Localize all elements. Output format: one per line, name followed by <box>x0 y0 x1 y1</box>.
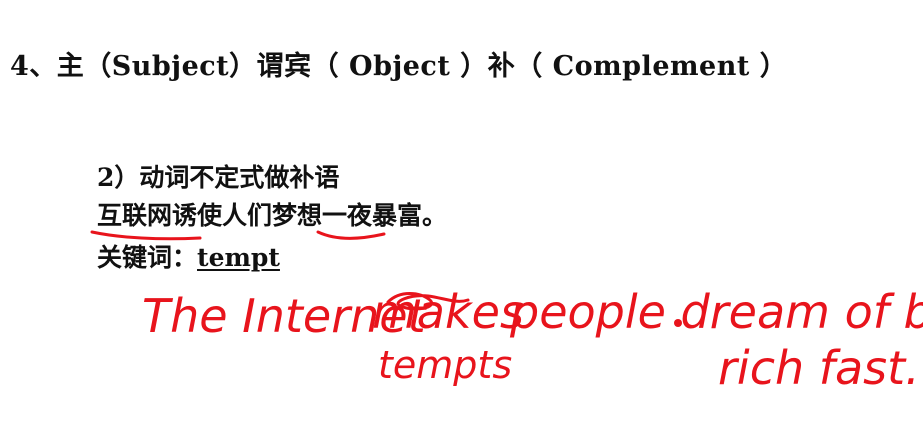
handwritten-crossed-word: makes <box>372 285 524 339</box>
handwritten-ending: rich fast. <box>718 341 920 395</box>
underline-dream <box>316 230 386 240</box>
ink-dot <box>674 319 682 327</box>
handwritten-annotations: The Internet makes people dream of being… <box>90 230 923 395</box>
slide: 4、主（Subject）谓宾（ Object ）补（ Complement ） … <box>0 0 923 433</box>
underline-internet <box>90 230 202 241</box>
handwritten-correction: tempts <box>378 343 512 387</box>
handwritten-predicate: people dream of being <box>509 285 923 339</box>
